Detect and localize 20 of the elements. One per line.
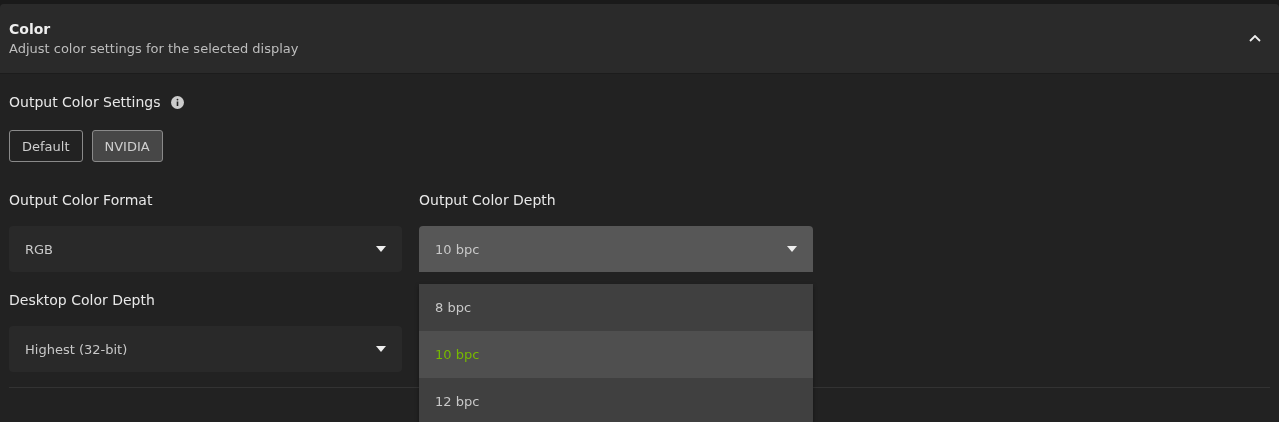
caret-icon	[376, 346, 386, 352]
option-button[interactable]: NVIDIA	[91, 130, 163, 162]
setting-label: Output Color Settings	[9, 94, 161, 110]
menu-option[interactable]: 12 bpc	[419, 378, 813, 422]
field-label: Desktop Color Depth	[9, 292, 156, 308]
option-button[interactable]: Default	[9, 130, 83, 162]
field-label: Output Color Depth	[419, 192, 557, 208]
menu-option[interactable]: 10 bpc	[419, 331, 813, 378]
caret-icon	[787, 246, 797, 252]
dropdown-select[interactable]: Highest (32-bit)	[9, 326, 402, 372]
dropdown-select[interactable]: 10 bpc	[419, 226, 813, 272]
section-subtitle: Adjust color settings for the selected display	[9, 41, 299, 56]
section-title: Color	[9, 21, 52, 37]
caret-icon	[376, 246, 386, 252]
field-label: Output Color Format	[9, 192, 154, 208]
dropdown-select[interactable]: RGB	[9, 226, 402, 272]
menu-option[interactable]: 8 bpc	[419, 284, 813, 331]
section-header[interactable]: Color Adjust color settings for the selected display	[0, 4, 1279, 74]
info-icon[interactable]	[170, 95, 184, 109]
chevron-up-icon[interactable]	[1249, 35, 1261, 42]
